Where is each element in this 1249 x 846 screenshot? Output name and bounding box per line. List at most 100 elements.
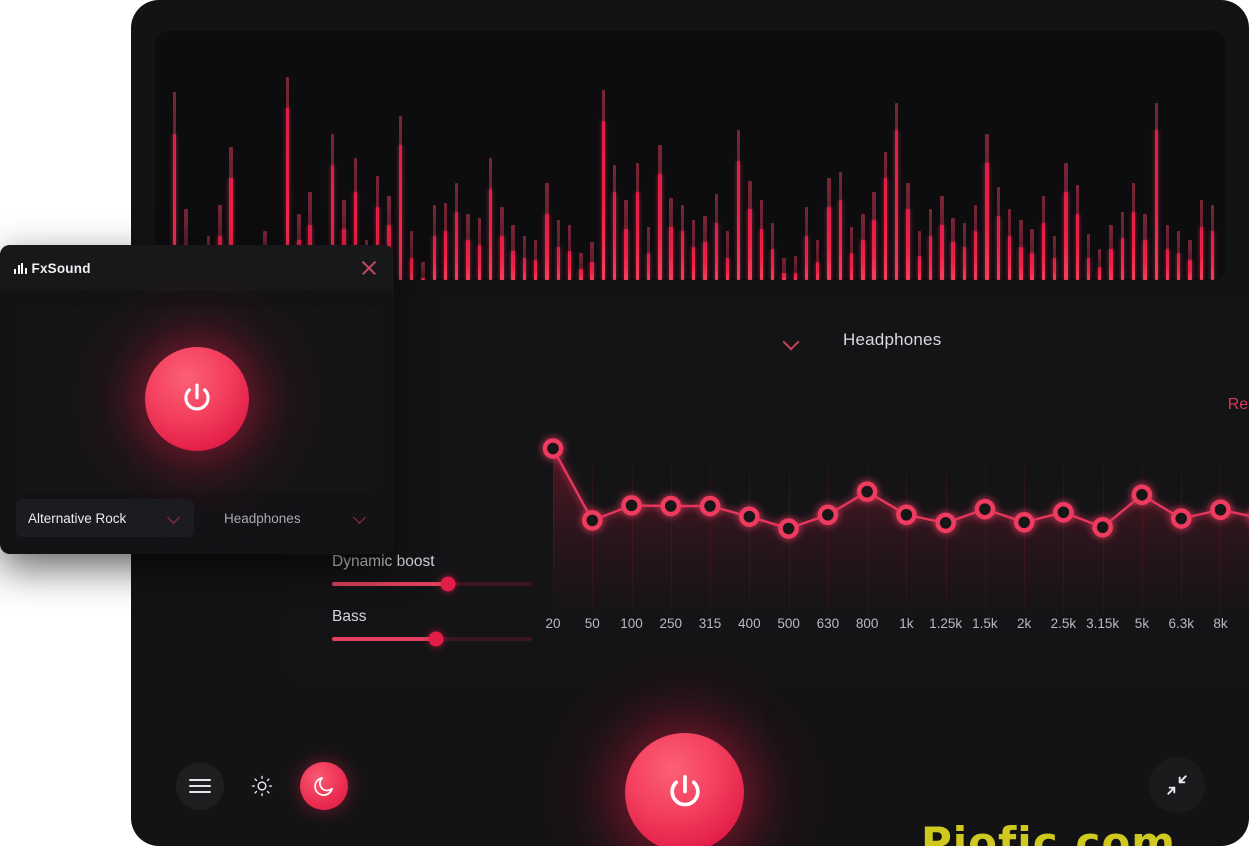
power-icon — [669, 774, 700, 806]
preset-select[interactable]: Alternative Rock — [16, 499, 194, 537]
eq-frequency-label: 800 — [855, 616, 879, 631]
spectrum-bar — [575, 31, 586, 280]
spectrum-bar — [496, 31, 507, 280]
spectrum-bar — [1173, 31, 1184, 280]
spectrum-bar — [519, 31, 530, 280]
slider-fill — [332, 582, 448, 586]
spectrum-bar — [1015, 31, 1026, 280]
spectrum-bar — [620, 31, 631, 280]
reset-button[interactable]: Reset — [1228, 396, 1249, 414]
spectrum-bar — [959, 31, 970, 280]
eq-band-handle[interactable] — [896, 504, 917, 525]
fxsound-selects: Alternative Rock Headphones — [16, 499, 378, 539]
spectrum-bar — [530, 31, 541, 280]
spectrum-bar — [812, 31, 823, 280]
eq-frequency-label: 1.5k — [972, 616, 998, 631]
close-icon[interactable] — [358, 257, 380, 279]
spectrum-bar — [733, 31, 744, 280]
power-icon — [184, 383, 210, 411]
spectrum-bar — [1094, 31, 1105, 280]
spectrum-bar — [744, 31, 755, 280]
eq-band-handle[interactable] — [699, 495, 721, 517]
eq-band-handle[interactable] — [817, 504, 839, 525]
fxsound-titlebar: FxSound — [0, 245, 394, 291]
eq-band-handle[interactable] — [778, 518, 799, 539]
spectrum-bar — [564, 31, 575, 280]
spectrum-bar — [789, 31, 800, 280]
eq-frequency-label: 6.3k — [1168, 616, 1194, 631]
device-select-value: Headphones — [224, 510, 301, 526]
eq-frequency-label: 400 — [738, 616, 761, 631]
spectrum-bar — [902, 31, 913, 280]
chevron-down-icon-left[interactable] — [782, 332, 800, 350]
eq-frequency-label: 250 — [659, 616, 683, 631]
spectrum-bar — [1184, 31, 1195, 280]
eq-frequency-label: 500 — [777, 616, 800, 631]
spectrum-bars — [169, 31, 1218, 280]
spectrum-bar — [406, 31, 417, 280]
collapse-button[interactable] — [1149, 757, 1205, 813]
slider-knob[interactable] — [428, 631, 444, 647]
hamburger-menu-button[interactable] — [176, 762, 224, 810]
fxsound-power-button[interactable] — [145, 347, 249, 451]
spectrum-bar — [1060, 31, 1071, 280]
eq-band-handle[interactable] — [1013, 512, 1035, 533]
spectrum-bar — [767, 31, 778, 280]
spectrum-bar — [756, 31, 767, 280]
eq-band-handle[interactable] — [935, 512, 956, 534]
slider-dynamic-boost[interactable]: Dynamic boost — [332, 553, 532, 592]
eq-band-handle[interactable] — [1131, 484, 1153, 505]
eq-frequency-label: 100 — [620, 616, 643, 631]
spectrum-bar — [914, 31, 925, 280]
spectrum-bar — [801, 31, 812, 280]
spectrum-bar — [1072, 31, 1083, 280]
preset-select-value: Alternative Rock — [28, 510, 127, 526]
moon-icon — [314, 777, 333, 796]
spectrum-bar — [383, 31, 394, 280]
eq-band-handle[interactable] — [856, 481, 878, 502]
slider-knob[interactable] — [440, 576, 456, 592]
eq-device-label[interactable]: Headphones — [843, 330, 941, 350]
spectrum-bar — [1026, 31, 1037, 280]
fxsound-title: FxSound — [31, 260, 91, 276]
slider-label: Bass — [332, 608, 367, 625]
slider-track[interactable] — [332, 576, 532, 592]
main-power-button[interactable] — [625, 733, 744, 846]
spectrum-bar — [936, 31, 947, 280]
spectrum-bar — [857, 31, 868, 280]
eq-band-handle[interactable] — [621, 495, 642, 516]
eq-frequency-label: 1k — [899, 616, 914, 631]
chevron-down-icon — [352, 510, 368, 526]
sliders-group: Dynamic boost Bass — [332, 553, 532, 663]
eq-band-handle[interactable] — [739, 506, 760, 527]
eq-band-handle[interactable] — [582, 510, 603, 531]
spectrum-bar — [1004, 31, 1015, 280]
slider-track[interactable] — [332, 631, 532, 647]
eq-band-handle[interactable] — [1170, 508, 1192, 529]
spectrum-bar — [271, 31, 282, 280]
spectrum-bar — [1083, 31, 1094, 280]
spectrum-bar — [350, 31, 361, 280]
eq-band-handle[interactable] — [974, 498, 996, 520]
dark-mode-button[interactable] — [300, 762, 348, 810]
screen-root: Headphones Reset Save — [0, 0, 1249, 846]
spectrum-bar — [180, 31, 191, 280]
spectrum-bar — [214, 31, 225, 280]
spectrum-bar — [868, 31, 879, 280]
eq-band-handle[interactable] — [1210, 499, 1231, 520]
slider-bass[interactable]: Bass — [332, 608, 532, 647]
spectrum-visualizer-panel — [155, 31, 1226, 280]
spectrum-bar — [1162, 31, 1173, 280]
spectrum-bar — [1038, 31, 1049, 280]
light-mode-button[interactable] — [246, 770, 278, 802]
spectrum-bar — [541, 31, 552, 280]
eq-band-handle[interactable] — [1053, 502, 1074, 523]
spectrum-bar — [507, 31, 518, 280]
eq-band-handle[interactable] — [660, 495, 682, 517]
eq-band-handle[interactable] — [1092, 517, 1113, 538]
eq-band-handle[interactable] — [542, 438, 564, 459]
fxsound-power-area — [16, 306, 378, 492]
spectrum-bar — [248, 31, 259, 280]
device-select[interactable]: Headphones — [212, 499, 380, 537]
slider-label: Dynamic boost — [332, 553, 435, 570]
